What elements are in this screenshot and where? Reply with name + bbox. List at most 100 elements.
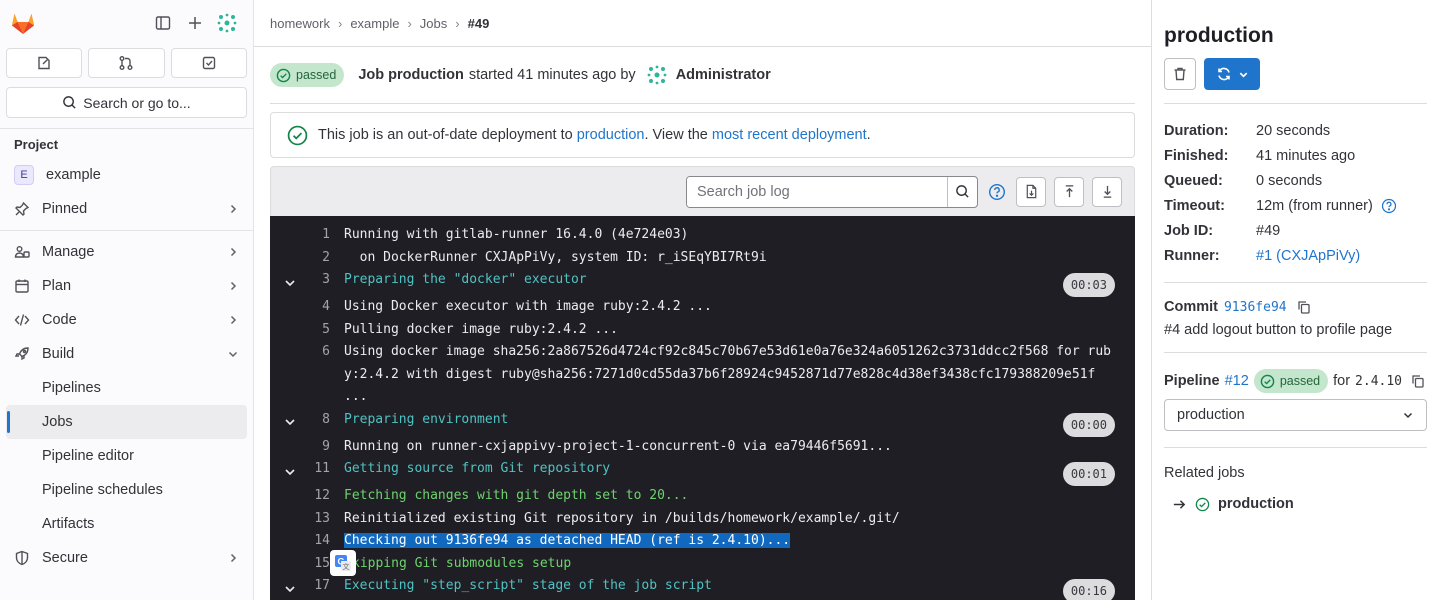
scroll-up-icon (1065, 185, 1073, 198)
issues-button[interactable] (6, 48, 83, 78)
merge-request-icon (119, 56, 133, 70)
job-header: passed Job production started 41 minutes… (270, 47, 1135, 104)
create-new-icon[interactable] (179, 7, 211, 39)
log-line: 2 on DockerRunner CXJApPiVy, system ID: … (270, 247, 1135, 270)
sidebar-item-plan[interactable]: Plan (6, 269, 247, 303)
line-number[interactable]: 8 (310, 409, 330, 436)
chevron-down-icon[interactable] (270, 409, 310, 436)
chevron-down-icon[interactable] (270, 458, 310, 485)
status-badge[interactable]: passed (1253, 369, 1329, 393)
merge-requests-button[interactable] (88, 48, 165, 78)
log-text: Fetching changes with git depth set to 2… (344, 488, 689, 503)
gitlab-logo-icon[interactable] (10, 10, 36, 36)
scroll-to-top-button[interactable] (1054, 176, 1084, 207)
sidebar-subitem-pipeline-schedules[interactable]: Pipeline schedules (6, 473, 247, 507)
check-circle-icon (1195, 497, 1210, 511)
translate-icon[interactable]: G文 (330, 549, 356, 576)
log-section-header[interactable]: 17 Executing "step_script" stage of the j… (270, 575, 1135, 600)
show-raw-button[interactable] (1016, 176, 1046, 207)
related-job-name: production (1218, 496, 1294, 512)
line-number[interactable]: 17 (310, 575, 330, 600)
line-number[interactable]: 1 (310, 224, 330, 247)
search-button[interactable] (947, 176, 977, 207)
status-label: passed (1279, 374, 1321, 388)
sidebar-item-manage[interactable]: Manage (6, 235, 247, 269)
line-number[interactable]: 5 (310, 319, 330, 342)
sidebar-item-label: Secure (42, 550, 88, 566)
log-line: 12 Fetching changes with git depth set to… (270, 485, 1135, 508)
sidebar-item-secure[interactable]: Secure (6, 541, 247, 575)
sidebar-subitem-pipeline-editor[interactable]: Pipeline editor (6, 439, 247, 473)
line-number[interactable]: 12 (310, 485, 330, 508)
chevron-right-icon (227, 246, 239, 258)
sidebar-subitem-pipelines[interactable]: Pipelines (6, 371, 247, 405)
search-button[interactable]: Search or go to... (6, 87, 247, 118)
job-name: Job production (358, 67, 464, 83)
scroll-to-bottom-button[interactable] (1092, 176, 1122, 207)
sidebar-item-code[interactable]: Code (6, 303, 247, 337)
check-circle-icon (276, 68, 291, 82)
line-number[interactable]: 3 (310, 269, 330, 296)
retry-button[interactable] (1204, 58, 1260, 90)
runner-link[interactable]: #1 (CXJApPiVy) (1256, 248, 1360, 264)
line-number[interactable]: 13 (310, 508, 330, 531)
line-number[interactable]: 2 (310, 247, 330, 270)
environment-link[interactable]: production (577, 127, 645, 143)
pipeline-ref[interactable]: 2.4.10 (1355, 374, 1402, 389)
section-duration-badge: 00:01 (1062, 462, 1115, 486)
sidebar-item-label: Manage (42, 244, 95, 260)
breadcrumb-separator: › (407, 15, 412, 31)
shield-icon (14, 550, 30, 566)
line-number[interactable]: 9 (310, 436, 330, 459)
line-number[interactable]: 6 (310, 341, 330, 409)
project-name: example (46, 167, 101, 183)
sidebar-item-build[interactable]: Build (6, 337, 247, 371)
timeout-value: 12m (from runner) (1256, 197, 1373, 214)
recent-deployment-link[interactable]: most recent deployment (712, 127, 867, 143)
line-number[interactable]: 14 (310, 530, 330, 553)
breadcrumb-item[interactable]: Jobs (420, 16, 447, 31)
erase-log-button[interactable] (1164, 58, 1196, 90)
sidebar-subitem-jobs[interactable]: Jobs (6, 405, 247, 439)
search-job-log-input[interactable] (687, 176, 947, 207)
user-name-link[interactable]: Administrator (676, 67, 771, 83)
chevron-down-icon[interactable] (270, 575, 310, 600)
line-number[interactable]: 4 (310, 296, 330, 319)
stage-select[interactable]: production (1164, 399, 1427, 431)
check-circle-icon (1260, 374, 1275, 388)
job-actions (1164, 58, 1427, 104)
copy-icon[interactable] (1411, 374, 1425, 388)
log-section-header[interactable]: 8 Preparing environment 00:00 (270, 409, 1135, 437)
todos-button[interactable] (170, 48, 247, 78)
question-circle-icon[interactable] (1381, 198, 1397, 214)
chevron-down-icon[interactable] (270, 269, 310, 296)
pipeline-link[interactable]: #12 (1225, 373, 1249, 389)
sidebar-subitem-artifacts[interactable]: Artifacts (6, 507, 247, 541)
copy-icon[interactable] (1297, 300, 1311, 314)
related-jobs-title: Related jobs (1164, 465, 1245, 481)
status-badge[interactable]: passed (270, 63, 345, 87)
user-avatar[interactable] (646, 64, 668, 86)
issues-icon (38, 56, 50, 70)
breadcrumb-item[interactable]: homework (270, 16, 330, 31)
log-line: 9 Running on runner-cxjappivy-project-1-c… (270, 436, 1135, 459)
log-section-header[interactable]: 3 Preparing the "docker" executor 00:03 (270, 269, 1135, 297)
toggle-sidebar-icon[interactable] (147, 7, 179, 39)
sidebar-item-project[interactable]: E example (6, 158, 247, 192)
detail-row-queued: Queued: 0 seconds (1164, 172, 1323, 189)
log-text: Getting source from Git repository (344, 461, 611, 476)
line-number[interactable]: 15 (310, 553, 330, 576)
line-number[interactable]: 11 (310, 458, 330, 485)
sidebar-item-pinned[interactable]: Pinned (6, 192, 247, 226)
question-circle-icon[interactable] (988, 183, 1006, 201)
sidebar-item-label: Plan (42, 278, 72, 294)
related-job-item[interactable]: production (1172, 496, 1427, 512)
user-avatar[interactable] (211, 7, 243, 39)
breadcrumb-current[interactable]: #49 (468, 16, 490, 31)
commit-sha-link[interactable]: 9136fe94 (1224, 300, 1287, 315)
document-icon (1026, 184, 1036, 199)
breadcrumb-separator: › (455, 15, 460, 31)
job-started-text: started 41 minutes ago by (468, 67, 636, 83)
log-section-header[interactable]: 11 Getting source from Git repository 00:0… (270, 458, 1135, 486)
breadcrumb-item[interactable]: example (350, 16, 399, 31)
